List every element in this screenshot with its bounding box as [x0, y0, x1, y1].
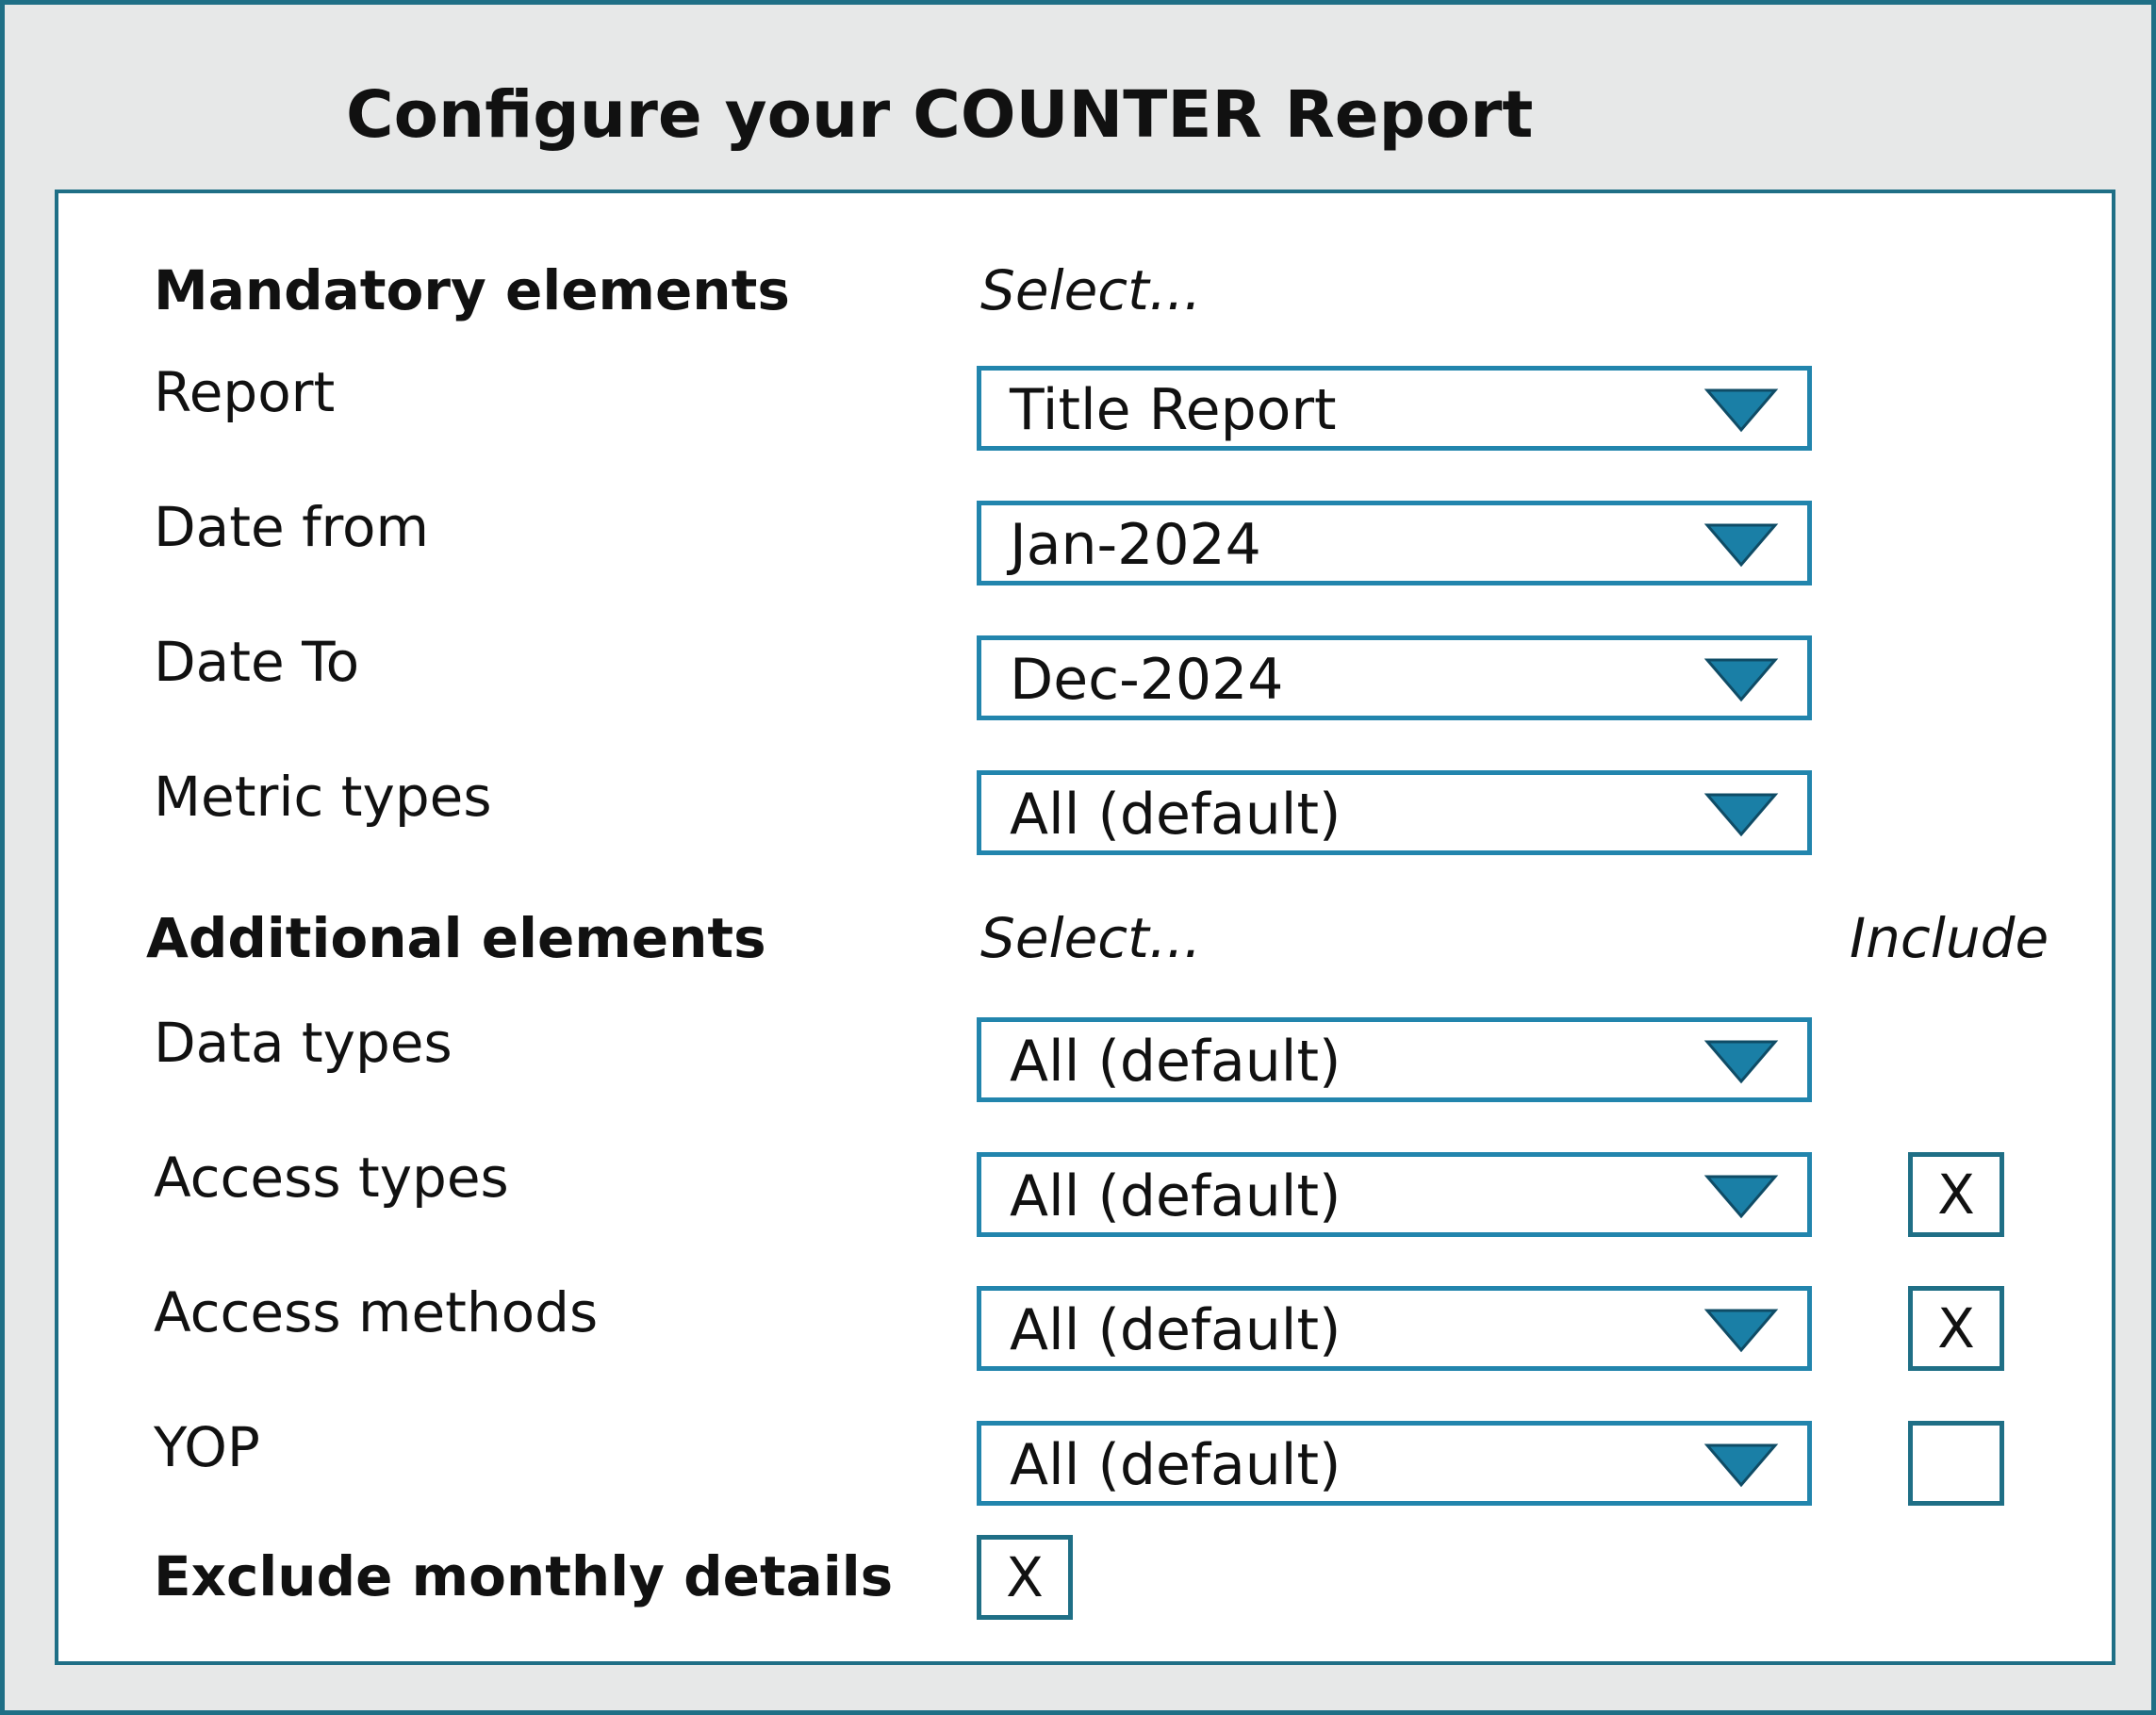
chevron-down-icon	[1703, 1309, 1779, 1353]
access-types-include-checkbox[interactable]: X	[1908, 1152, 2004, 1237]
report-label: Report	[154, 360, 336, 424]
date-to-label: Date To	[154, 630, 360, 694]
data-types-select-value: All (default)	[1010, 1029, 1341, 1095]
access-types-label: Access types	[154, 1146, 509, 1210]
chevron-down-icon	[1703, 1040, 1779, 1084]
mandatory-heading: Mandatory elements	[154, 258, 790, 322]
yop-select[interactable]: All (default)	[977, 1421, 1812, 1506]
mandatory-select-hint: Select...	[980, 258, 1202, 322]
additional-select-hint: Select...	[980, 906, 1202, 970]
checkbox-mark: X	[1937, 1163, 1975, 1227]
date-from-select[interactable]: Jan-2024	[977, 501, 1812, 585]
chevron-down-icon	[1703, 1443, 1779, 1488]
yop-select-value: All (default)	[1010, 1432, 1341, 1498]
access-methods-label: Access methods	[154, 1280, 599, 1344]
additional-heading: Additional elements	[146, 906, 766, 970]
chevron-down-icon	[1703, 1175, 1779, 1219]
chevron-down-icon	[1703, 523, 1779, 568]
page-title: Configure your COUNTER Report	[346, 77, 1534, 153]
report-select[interactable]: Title Report	[977, 366, 1812, 451]
access-methods-select[interactable]: All (default)	[977, 1286, 1812, 1371]
report-select-value: Title Report	[1010, 377, 1337, 443]
date-to-select[interactable]: Dec-2024	[977, 635, 1812, 720]
exclude-monthly-checkbox[interactable]: X	[977, 1535, 1073, 1620]
yop-include-checkbox[interactable]	[1908, 1421, 2004, 1506]
data-types-label: Data types	[154, 1011, 453, 1075]
metric-types-select[interactable]: All (default)	[977, 770, 1812, 855]
yop-label: YOP	[154, 1415, 260, 1479]
date-from-label: Date from	[154, 495, 430, 559]
access-methods-include-checkbox[interactable]: X	[1908, 1286, 2004, 1371]
chevron-down-icon	[1703, 793, 1779, 837]
report-config-frame: Configure your COUNTER Report Mandatory …	[0, 0, 2156, 1715]
metric-types-label: Metric types	[154, 765, 492, 829]
access-methods-select-value: All (default)	[1010, 1297, 1341, 1363]
access-types-select-value: All (default)	[1010, 1163, 1341, 1229]
checkbox-mark: X	[1006, 1545, 1044, 1609]
chevron-down-icon	[1703, 388, 1779, 433]
config-panel: Mandatory elements Select... Report Titl…	[55, 190, 2115, 1665]
metric-types-select-value: All (default)	[1010, 782, 1341, 848]
checkbox-mark	[1913, 1426, 2000, 1501]
exclude-monthly-label: Exclude monthly details	[154, 1544, 894, 1608]
access-types-select[interactable]: All (default)	[977, 1152, 1812, 1237]
chevron-down-icon	[1703, 658, 1779, 702]
data-types-select[interactable]: All (default)	[977, 1017, 1812, 1102]
date-to-select-value: Dec-2024	[1010, 647, 1284, 713]
include-column-header: Include	[1850, 906, 2049, 970]
checkbox-mark: X	[1937, 1296, 1975, 1360]
date-from-select-value: Jan-2024	[1010, 512, 1261, 578]
